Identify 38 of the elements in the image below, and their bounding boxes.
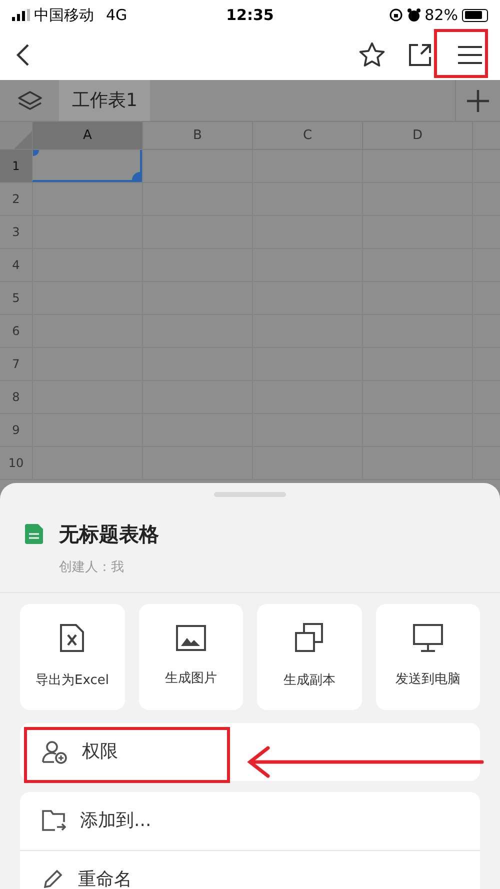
sheet-tab[interactable]: 工作表1: [59, 80, 150, 121]
select-all-corner[interactable]: [14, 131, 32, 149]
share-icon[interactable]: [408, 43, 432, 67]
star-icon[interactable]: [358, 41, 386, 69]
drag-handle[interactable]: [214, 492, 286, 497]
action-card[interactable]: 导出为Excel: [20, 604, 124, 710]
row-header[interactable]: 1: [0, 150, 32, 182]
action-card[interactable]: 生成副本: [257, 604, 362, 710]
monitor-icon: [412, 624, 443, 652]
excel-file-icon: [59, 622, 86, 653]
signal-icon: [12, 9, 30, 21]
pencil-icon: [42, 868, 64, 889]
carrier-name: 中国移动: [34, 4, 94, 26]
menu-item[interactable]: 权限: [20, 722, 480, 780]
folder-icon: [42, 810, 66, 832]
action-card[interactable]: 发送到电脑: [376, 604, 480, 710]
menu-item[interactable]: 重命名: [20, 850, 480, 889]
battery-percent: 82%: [424, 4, 458, 26]
menu-item[interactable]: 添加到...: [20, 792, 480, 850]
add-icon[interactable]: [467, 90, 489, 112]
layers-icon[interactable]: [16, 90, 42, 112]
selection-handle[interactable]: [132, 172, 140, 180]
image-icon: [176, 624, 206, 651]
clock-time: 12:35: [226, 6, 274, 24]
menu-icon[interactable]: [458, 45, 482, 65]
selected-cell[interactable]: [32, 150, 142, 182]
user-add-icon: [42, 740, 68, 764]
spreadsheet-icon: [24, 524, 44, 544]
selection-handle[interactable]: [33, 150, 39, 156]
document-title: 无标题表格: [59, 521, 159, 548]
battery-icon: [462, 8, 488, 22]
back-icon[interactable]: [16, 43, 30, 67]
copy-icon: [294, 622, 324, 653]
creator-text: 创建人：我: [58, 559, 125, 577]
network-type: 4G: [106, 4, 128, 26]
column-header[interactable]: A: [32, 122, 142, 149]
action-card[interactable]: 生成图片: [138, 604, 243, 710]
rotation-lock-icon: [388, 8, 403, 22]
